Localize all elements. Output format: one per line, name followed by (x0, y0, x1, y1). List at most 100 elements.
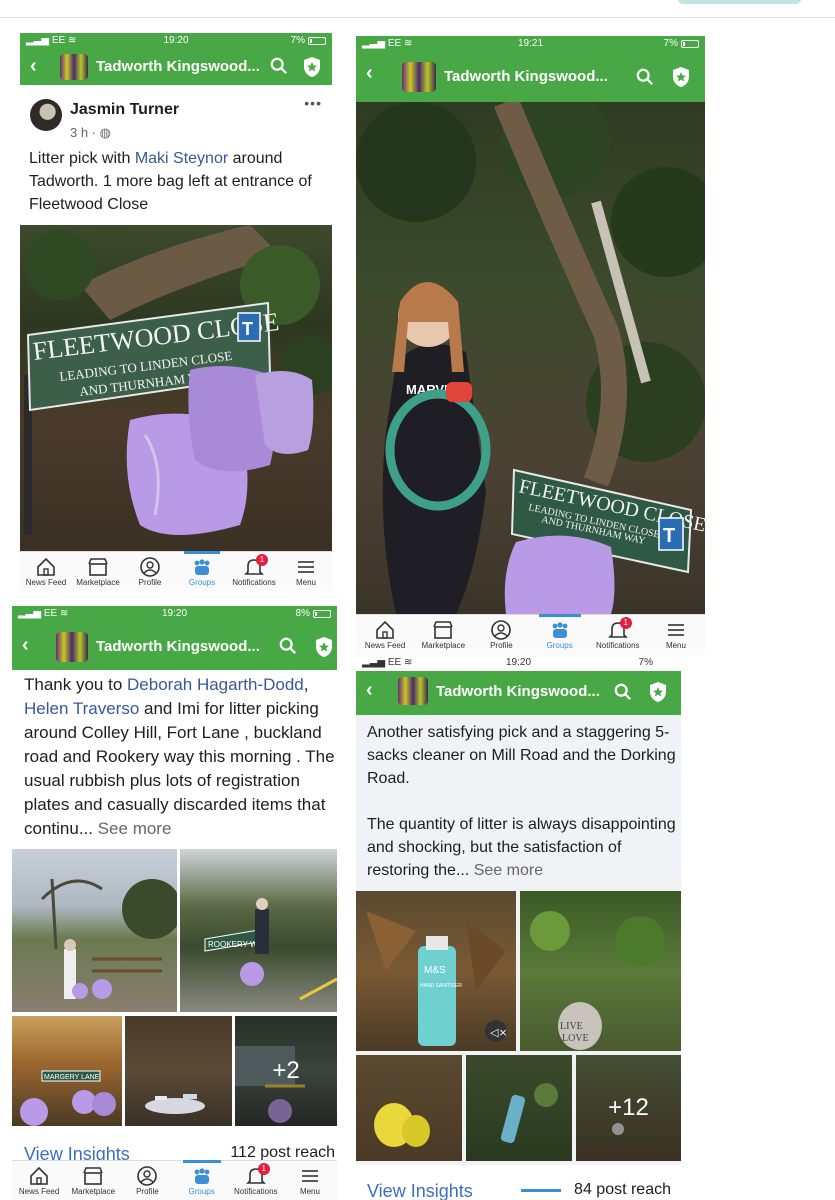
tab-profile[interactable]: Profile (472, 615, 530, 655)
groups-icon (194, 559, 210, 575)
post-photo[interactable]: FLEETWOOD CLOSE LEADING TO LINDEN CLOSE … (20, 225, 332, 551)
post-paragraph-1: Another satisfying pick and a staggering… (367, 724, 676, 787)
group-avatar[interactable] (398, 677, 428, 705)
photo-grid-item-5-more[interactable]: +2 (235, 1016, 337, 1126)
photo-grid-item-3[interactable]: MARGERY LANE (12, 1016, 122, 1126)
sign-t-symbol: T (663, 525, 675, 547)
screenshot-1: ▂▃▅ EE ≋ 19:20 7% ‹ Tadworth Kingswood..… (20, 33, 332, 591)
photo-scene: ROOKERY WAY (204, 898, 337, 1001)
post-options-icon[interactable]: ••• (304, 95, 322, 111)
tab-marketplace[interactable]: Marketplace (414, 615, 472, 655)
tab-marketplace[interactable]: Marketplace (66, 1161, 120, 1200)
admin-shield-icon[interactable] (671, 66, 691, 88)
group-avatar[interactable] (60, 54, 88, 80)
status-bar: ▂▃▅ EE ≋ 19:20 7% (20, 33, 332, 49)
tab-groups[interactable]: Groups (531, 614, 589, 655)
home-icon (37, 557, 55, 576)
tab-news-feed[interactable]: News Feed (356, 615, 414, 655)
photo-grid-item-5-more[interactable]: +12 (576, 1055, 681, 1161)
margery-lane-sign: MARGERY LANE (44, 1074, 100, 1081)
author-name[interactable]: Jasmin Turner (70, 101, 179, 119)
top-pill-button[interactable] (677, 0, 802, 4)
post-text: Thank you to Deborah Hagarth-Dodd, Helen… (24, 675, 335, 838)
photo-grid-item-4[interactable] (466, 1055, 572, 1161)
home-icon (376, 620, 394, 639)
photo-grid-item-1[interactable] (12, 849, 177, 1012)
battery-indicator: 7% (664, 38, 699, 49)
admin-shield-icon[interactable] (314, 636, 334, 658)
admin-shield-icon[interactable] (648, 681, 668, 703)
screenshot-2: ▂▃▅ EE ≋ 19:21 7% ‹ Tadworth Kingswood..… (356, 36, 705, 655)
tagged-person-link[interactable]: Helen Traverso (24, 699, 139, 718)
battery-indicator: 8% (296, 608, 331, 619)
group-name[interactable]: Tadworth Kingswood... (444, 68, 608, 85)
group-name[interactable]: Tadworth Kingswood... (96, 58, 260, 75)
bottle-label: HAND SANITISER (420, 983, 462, 989)
search-icon[interactable] (270, 57, 288, 75)
tab-groups[interactable]: Groups (175, 1160, 229, 1200)
hamburger-menu-icon (667, 624, 684, 636)
back-arrow-icon[interactable]: ‹ (366, 62, 373, 85)
photo-scene (145, 1094, 205, 1114)
back-arrow-icon[interactable]: ‹ (30, 55, 37, 78)
insights-row: View Insights 84 post reach (356, 1165, 681, 1200)
post-card: Jasmin Turner 3 h · ◍ ••• Litter pick wi… (20, 85, 332, 225)
screenshot-4: ▂▃▅ EE ≋ 19:20 7% ‹ Tadworth Kingswood..… (356, 655, 681, 1200)
photo-grid-item-2[interactable]: ROOKERY WAY (180, 849, 337, 1012)
view-insights-link[interactable]: View Insights (367, 1181, 473, 1200)
bottom-tab-bar: News Feed Marketplace Profile Groups 1 No… (356, 614, 705, 655)
group-header: ‹ Tadworth Kingswood... (356, 52, 705, 102)
back-arrow-icon[interactable]: ‹ (366, 679, 373, 702)
search-icon[interactable] (636, 68, 654, 86)
group-avatar[interactable] (402, 62, 436, 92)
tab-groups[interactable]: Groups (176, 551, 228, 591)
photo-scene: FLEETWOOD CLOSE LEADING TO LINDEN CLOSE … (24, 225, 332, 535)
tab-notifications[interactable]: 1 Notifications (228, 552, 280, 591)
tab-profile[interactable]: Profile (120, 1161, 174, 1200)
notification-badge: 1 (619, 617, 632, 629)
back-arrow-icon[interactable]: ‹ (22, 634, 29, 657)
group-name[interactable]: Tadworth Kingswood... (436, 683, 600, 700)
tab-menu[interactable]: Menu (280, 552, 332, 591)
post-reach-count: 84 post reach (574, 1181, 671, 1198)
profile-icon (491, 620, 512, 640)
search-icon[interactable] (614, 683, 632, 701)
search-icon[interactable] (279, 637, 297, 655)
admin-shield-icon[interactable] (302, 56, 322, 78)
tagged-person-link[interactable]: Maki Steynor (135, 150, 228, 167)
group-name[interactable]: Tadworth Kingswood... (96, 638, 260, 655)
photo-grid-item-3[interactable] (356, 1055, 462, 1161)
see-more-link[interactable]: See more (93, 819, 172, 838)
photo-scene: MARGERY LANE (20, 1070, 116, 1126)
tab-marketplace[interactable]: Marketplace (72, 552, 124, 591)
tab-notifications[interactable]: 1 Notifications (229, 1161, 283, 1200)
tab-profile[interactable]: Profile (124, 552, 176, 591)
author-avatar[interactable] (30, 99, 62, 131)
tab-bar-partial (521, 1189, 561, 1192)
photo-grid-item-4[interactable] (125, 1016, 232, 1126)
stone-word-1: LIVE (560, 1021, 583, 1032)
more-photos-count: +2 (235, 1016, 337, 1126)
tab-menu[interactable]: Menu (647, 615, 705, 655)
photo-scene: LIVELOVE (530, 911, 665, 1050)
group-avatar[interactable] (56, 632, 88, 662)
photo-grid-item-1[interactable]: M&S HAND SANITISER ◁× (356, 891, 516, 1051)
status-bar: ▂▃▅ EE ≋ 19:21 7% (356, 36, 705, 52)
bottle-brand: M&S (424, 965, 446, 976)
photo-scene: MARVEL FLEETWOOD CLOSE LEADING TO LINDEN… (356, 102, 705, 614)
tagged-person-link[interactable]: Deborah Hagarth-Dodd (127, 675, 304, 694)
tab-notifications[interactable]: 1 Notifications (589, 615, 647, 655)
tab-news-feed[interactable]: News Feed (12, 1161, 66, 1200)
more-photos-count: +12 (576, 1055, 681, 1161)
tab-menu[interactable]: Menu (283, 1161, 337, 1200)
battery-indicator: 7% (291, 35, 326, 46)
photo-grid-item-2[interactable]: LIVE LOVE (520, 891, 681, 1051)
screenshot-3: ▂▃▅ EE ≋ 19:20 8% ‹ Tadworth Kingswood..… (12, 606, 337, 1200)
status-time: 19:20 (161, 608, 188, 619)
tab-news-feed[interactable]: News Feed (20, 552, 72, 591)
full-photo[interactable]: MARVEL FLEETWOOD CLOSE LEADING TO LINDEN… (356, 102, 705, 614)
status-time: 19:20 (163, 35, 189, 46)
bottom-tab-bar: News Feed Marketplace Profile Groups 1 No… (12, 1160, 337, 1200)
mute-icon[interactable]: ◁× (490, 1026, 508, 1039)
see-more-link[interactable]: See more (469, 862, 543, 879)
